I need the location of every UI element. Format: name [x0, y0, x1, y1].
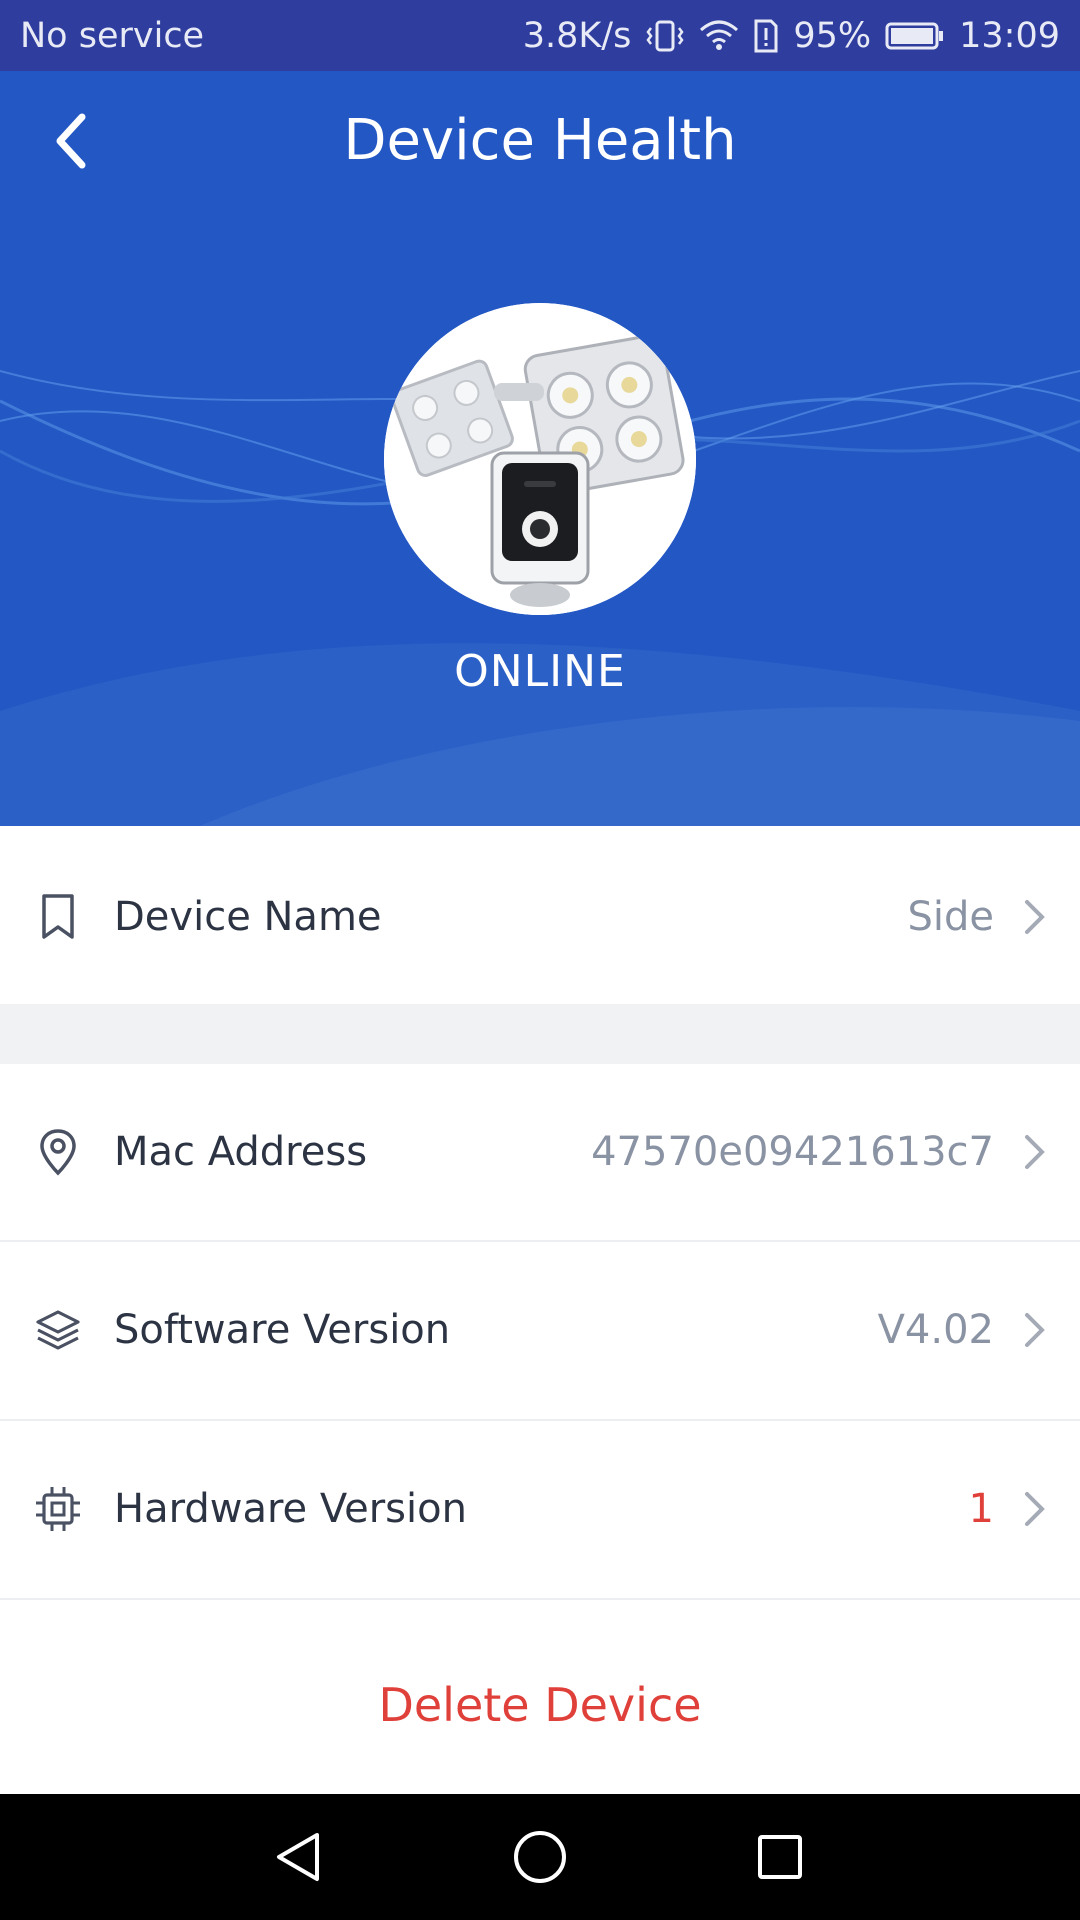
mac-address-label: Mac Address — [114, 1129, 368, 1175]
nav-home-button[interactable] — [507, 1824, 573, 1890]
device-health-header: Device Health ONLINE — [0, 71, 1080, 826]
layers-icon — [30, 1302, 86, 1358]
row-divider — [0, 1598, 1080, 1600]
device-status-label: ONLINE — [454, 646, 626, 697]
hardware-version-value: 1 — [968, 1486, 994, 1532]
bookmark-icon — [30, 889, 86, 945]
battery-icon — [885, 21, 945, 51]
carrier-text: No service — [20, 15, 205, 56]
square-recents-icon — [758, 1835, 802, 1879]
location-pin-icon — [30, 1124, 86, 1180]
software-version-value: V4.02 — [877, 1307, 994, 1353]
vibrate-icon — [645, 18, 685, 54]
delete-device-button[interactable]: Delete Device — [0, 1660, 1080, 1750]
device-name-label: Device Name — [114, 894, 382, 940]
hardware-version-label: Hardware Version — [114, 1486, 467, 1532]
nav-back-button[interactable] — [266, 1824, 332, 1890]
clock: 13:09 — [959, 15, 1060, 56]
battery-percent: 95% — [793, 15, 872, 56]
mac-address-value: 47570e09421613c7 — [591, 1129, 994, 1175]
network-speed: 3.8K/s — [522, 15, 632, 56]
section-divider — [0, 1004, 1080, 1064]
chevron-right-icon — [1020, 1489, 1050, 1529]
device-name-value: Side — [907, 894, 994, 940]
status-bar: No service 3.8K/s 95% 13:09 — [0, 0, 1080, 71]
hardware-version-row[interactable]: Hardware Version 1 — [0, 1421, 1080, 1597]
software-version-label: Software Version — [114, 1307, 451, 1353]
triangle-back-icon — [277, 1833, 319, 1881]
page-title: Device Health — [343, 108, 737, 173]
mac-address-row[interactable]: Mac Address 47570e09421613c7 — [0, 1064, 1080, 1240]
chevron-right-icon — [1020, 1132, 1050, 1172]
chevron-right-icon — [1020, 1310, 1050, 1350]
device-name-row[interactable]: Device Name Side — [0, 847, 1080, 987]
nav-recents-button[interactable] — [747, 1824, 813, 1890]
wifi-icon — [699, 20, 739, 52]
circle-home-icon — [514, 1831, 566, 1883]
chevron-right-icon — [1020, 897, 1050, 937]
status-indicators: 3.8K/s 95% 13:09 — [523, 16, 1060, 56]
software-version-row[interactable]: Software Version V4.02 — [0, 1242, 1080, 1418]
sim-alert-icon — [753, 18, 779, 54]
chip-icon — [30, 1481, 86, 1537]
system-nav-bar — [0, 1794, 1080, 1920]
device-image — [384, 303, 696, 615]
